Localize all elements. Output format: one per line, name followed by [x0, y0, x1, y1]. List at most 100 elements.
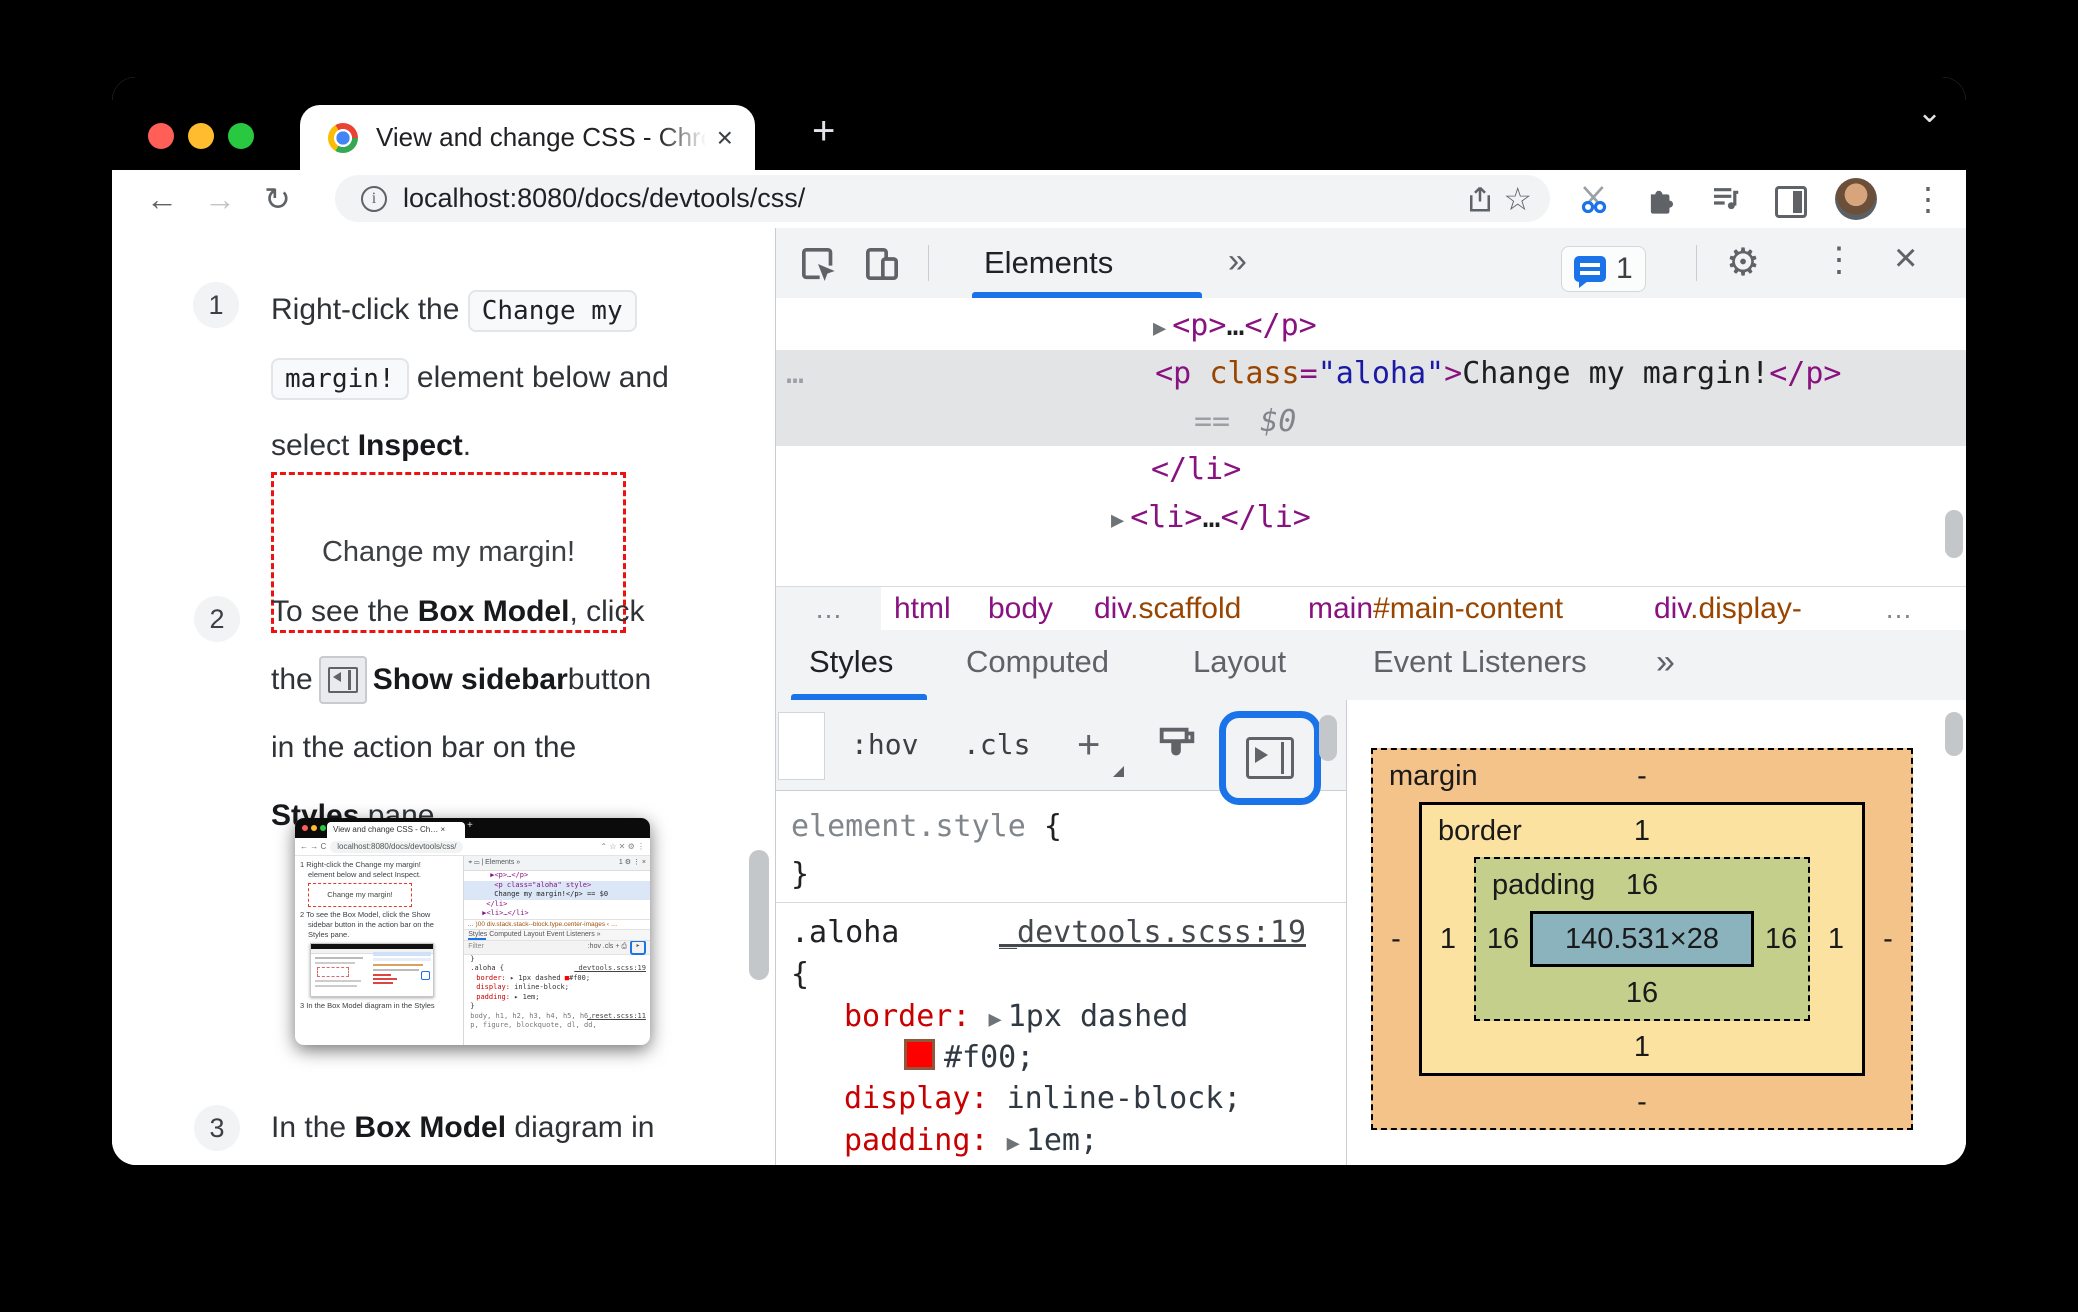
- doc-page: 1 Right-click the Change my margin! elem…: [112, 228, 775, 1165]
- tab-styles[interactable]: Styles: [809, 630, 893, 694]
- inline-code: Change my: [467, 290, 637, 332]
- step-2-number: 2: [194, 596, 240, 642]
- browser-tab[interactable]: View and change CSS - Chrom ×: [300, 105, 755, 170]
- tab-elements[interactable]: Elements: [984, 245, 1113, 281]
- border-right-value[interactable]: 1: [1810, 857, 1862, 1021]
- tab-computed[interactable]: Computed: [966, 630, 1109, 694]
- dom-node-li-close[interactable]: </li>: [776, 446, 1966, 494]
- padding-bottom-value[interactable]: 16: [1476, 967, 1808, 1019]
- crumb-body[interactable]: body: [988, 587, 1053, 631]
- margin-left-value[interactable]: -: [1373, 802, 1419, 1076]
- tab-title: View and change CSS - Chrom: [376, 122, 706, 152]
- devtools-close-icon[interactable]: ×: [1894, 236, 1917, 281]
- forward-button[interactable]: →: [204, 170, 236, 228]
- site-info-icon[interactable]: i: [361, 185, 387, 212]
- tab-search-chevron-icon[interactable]: ⌄: [1917, 95, 1942, 130]
- media-playlist-icon[interactable]: [1710, 183, 1742, 215]
- padding-right-value[interactable]: 16: [1754, 911, 1808, 967]
- settings-gear-icon[interactable]: ⚙: [1726, 240, 1760, 285]
- step-2-line-1: To see the Box Model, click: [271, 595, 645, 628]
- crumb-html[interactable]: html: [894, 587, 951, 631]
- tab-event-listeners[interactable]: Event Listeners: [1373, 630, 1587, 694]
- border-left-value[interactable]: 1: [1422, 857, 1474, 1021]
- devtools-menu-icon[interactable]: ⋮: [1822, 240, 1856, 280]
- bookmark-star-icon[interactable]: ☆: [1503, 180, 1532, 218]
- inline-code: margin!: [271, 358, 409, 400]
- tutorial-screenshot-thumbnail: View and change CSS - Ch… × + ← → C loca…: [295, 818, 650, 1045]
- tab-close-icon[interactable]: ×: [717, 123, 733, 152]
- inspect-element-icon[interactable]: [798, 244, 838, 289]
- issues-button[interactable]: 1: [1561, 246, 1646, 292]
- browser-toolbar: ← → ↻ i localhost:8080/docs/devtools/css…: [112, 170, 1966, 228]
- margin-right-value[interactable]: -: [1865, 802, 1911, 1076]
- reload-button[interactable]: ↻: [264, 170, 291, 228]
- step-1-number: 1: [193, 282, 239, 328]
- extension-scissors-icon[interactable]: [1580, 183, 1612, 215]
- new-style-rule-button[interactable]: +: [1077, 700, 1100, 790]
- box-model-content[interactable]: 140.531×28: [1530, 911, 1754, 967]
- device-toolbar-icon[interactable]: [862, 244, 902, 289]
- border-top-value[interactable]: 1: [1634, 815, 1650, 848]
- browser-menu-icon[interactable]: ⋮: [1912, 170, 1944, 228]
- dom-scrollbar-thumb[interactable]: [1945, 510, 1963, 558]
- box-model-border[interactable]: border 1 1 padding 16 16 140.531×28 16 1…: [1419, 802, 1865, 1076]
- traffic-zoom-button[interactable]: [228, 123, 254, 149]
- step-1-line-3: select Inspect.: [271, 429, 472, 462]
- omnibox[interactable]: i localhost:8080/docs/devtools/css/ ☆: [335, 175, 1550, 222]
- thumb-toolbar: ← → C localhost:8080/docs/devtools/css/ …: [295, 838, 650, 856]
- css-property-display[interactable]: display: inline-block;: [844, 1075, 1241, 1123]
- tab-layout[interactable]: Layout: [1193, 630, 1286, 694]
- step-2-line-3: in the action bar on the: [271, 731, 577, 764]
- dom-node-p-aloha[interactable]: … <p class="aloha">Change my margin!</p>: [776, 350, 1966, 398]
- toggle-class-button[interactable]: .cls: [963, 700, 1030, 790]
- back-button[interactable]: ←: [146, 170, 178, 228]
- border-bottom-value[interactable]: 1: [1422, 1021, 1862, 1073]
- step-3-line-1: In the Box Model diagram in: [271, 1111, 655, 1144]
- stylesheet-link[interactable]: _devtools.scss:19: [999, 909, 1306, 957]
- dom-node-p-collapsed[interactable]: ▶ <p>…</p>: [776, 302, 1966, 350]
- margin-bottom-value[interactable]: -: [1373, 1076, 1911, 1128]
- traffic-minimize-button[interactable]: [188, 123, 214, 149]
- new-rule-dropdown-triangle[interactable]: [1113, 766, 1124, 777]
- show-sidebar-button[interactable]: [1219, 711, 1321, 805]
- crumb-div-display[interactable]: div.display-: [1654, 587, 1802, 631]
- styles-toolbar: :hov .cls +: [776, 700, 1346, 805]
- crumb-div-scaffold[interactable]: div.scaffold: [1094, 587, 1241, 631]
- dom-node-li-collapsed[interactable]: ▶ <li>…</li>: [776, 494, 1966, 542]
- styles-pane: :hov .cls + element.style {} .aloha _de…: [776, 700, 1347, 1165]
- margin-top-value[interactable]: -: [1637, 760, 1647, 793]
- more-panels-chevron[interactable]: »: [1228, 242, 1247, 281]
- url-text[interactable]: localhost:8080/docs/devtools/css/: [403, 183, 805, 214]
- devtools-toolbar: Elements » 1 ⚙ ⋮ ×: [776, 228, 1966, 299]
- breadcrumb-overflow-right[interactable]: …: [1851, 587, 1946, 631]
- dom-node-flag: == $0: [1194, 404, 1297, 439]
- element-style-selector[interactable]: element.style {: [791, 803, 1062, 851]
- side-panel-icon[interactable]: [1775, 186, 1807, 218]
- css-property-padding[interactable]: padding: ▶ 1em;: [844, 1117, 1098, 1165]
- page-scrollbar-thumb[interactable]: [749, 850, 769, 980]
- show-sidebar-icon: [1246, 737, 1294, 779]
- extensions-puzzle-icon[interactable]: [1644, 182, 1677, 215]
- new-tab-button[interactable]: +: [812, 109, 835, 154]
- rule-open-brace: {: [791, 957, 810, 992]
- more-panes-chevron[interactable]: »: [1656, 630, 1675, 694]
- crumb-main-content[interactable]: main#main-content: [1308, 587, 1563, 631]
- box-model-diagram: margin - - border 1 1 padding 16 16 140.…: [1371, 748, 1913, 1130]
- chrome-favicon-icon: [328, 122, 358, 153]
- color-swatch[interactable]: [904, 1039, 935, 1070]
- toggle-hover-state-button[interactable]: :hov: [851, 700, 918, 790]
- sidebar-scrollbar-thumb[interactable]: [1945, 712, 1963, 756]
- styles-scrollbar-thumb[interactable]: [1319, 715, 1337, 761]
- padding-left-value[interactable]: 16: [1476, 911, 1530, 967]
- share-icon[interactable]: [1465, 184, 1495, 214]
- box-model-padding[interactable]: padding 16 16 140.531×28 16 16: [1474, 857, 1810, 1021]
- avatar[interactable]: [1835, 178, 1877, 220]
- breadcrumb-overflow-left[interactable]: …: [776, 587, 881, 631]
- padding-top-value[interactable]: 16: [1626, 869, 1658, 902]
- rendering-brush-icon[interactable]: [1154, 722, 1200, 773]
- thumb-doc-pane: 1 Right-click the Change my margin! elem…: [300, 860, 435, 1010]
- box-model-margin[interactable]: margin - - border 1 1 padding 16 16 140.…: [1371, 748, 1913, 1130]
- styles-filter-input[interactable]: [778, 712, 825, 780]
- traffic-close-button[interactable]: [148, 123, 174, 149]
- aloha-selector[interactable]: .aloha: [791, 909, 899, 957]
